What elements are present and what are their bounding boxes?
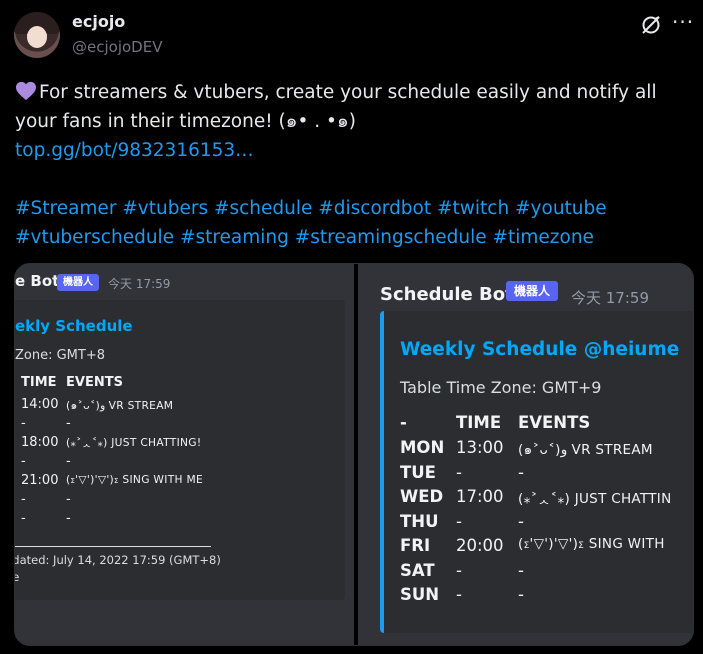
purple-heart-icon [16, 81, 36, 101]
cell-event: (๑˃ᴗ˂)ﻭ VR STREAM [66, 399, 174, 412]
right-embed-zone: Table Time Zone: GMT+9 [400, 378, 602, 397]
left-col-time: TIME [21, 375, 57, 390]
cell-event: - [66, 511, 71, 526]
cell-event: (σ'▽')'▽')σ SING WITH [518, 536, 665, 552]
avatar[interactable] [14, 12, 60, 58]
discord-panel-right: Schedule Bot 機器人 今天 17:59 Weekly Schedul… [358, 264, 693, 645]
cell-time: - [456, 585, 462, 604]
media-image[interactable]: e Bot 機器人 今天 17:59 ekly Schedule Zone: G… [14, 263, 694, 646]
right-col-day: - [400, 413, 407, 432]
cell-time: - [21, 454, 26, 469]
author-handle[interactable]: @ecjojoDEV [72, 38, 162, 56]
right-embed-title: Weekly Schedule @heiume [400, 339, 680, 360]
cell-day: SAT [400, 561, 435, 580]
cell-event: - [66, 454, 71, 469]
cell-event: (σ'▽')'▽')σ SING WITH ME [66, 473, 204, 486]
cell-event: (⁎˃ᆺ˂⁎) JUST CHATTIN [518, 491, 672, 507]
cell-time: 14:00 [21, 397, 59, 412]
cell-day: WED [400, 487, 444, 506]
cell-time: 17:00 [456, 487, 504, 506]
cell-time: - [21, 416, 26, 431]
hashtags-line-1[interactable]: #Streamer #vtubers #schedule #discordbot… [15, 194, 675, 223]
cell-day: THU [400, 512, 439, 531]
cell-day: FRI [400, 536, 431, 555]
cell-event: - [518, 561, 524, 580]
cell-event: - [518, 512, 524, 531]
left-col-events: EVENTS [66, 375, 123, 390]
tweet-spacer [15, 165, 675, 194]
cell-time: - [21, 511, 26, 526]
left-bot-name: e Bot [15, 272, 60, 290]
right-embed: Weekly Schedule @heiume Table Time Zone:… [380, 311, 693, 633]
left-footer-divider [15, 546, 211, 547]
left-footer-updated: pdated: July 14, 2022 17:59 (GMT+8) [15, 553, 221, 567]
right-bot-name: Schedule Bot [380, 284, 514, 305]
tweet-line-1: For streamers & vtubers, create your sch… [15, 78, 675, 107]
cell-time: - [456, 512, 462, 531]
tweet-line-2: your fans in their timezone! (๑• . •๑) [15, 111, 356, 132]
cell-time: - [21, 492, 26, 507]
cell-time: - [456, 561, 462, 580]
cell-event: - [518, 463, 524, 482]
cell-day: SUN [400, 585, 440, 604]
cell-time: - [456, 463, 462, 482]
tweet-line-1-text: For streamers & vtubers, create your sch… [39, 82, 657, 103]
more-icon[interactable]: ··· [672, 10, 694, 34]
right-bot-badge: 機器人 [506, 281, 558, 301]
cell-time: 20:00 [456, 536, 504, 555]
cell-event: - [66, 416, 71, 431]
cell-day: MON [400, 438, 445, 457]
right-col-events: EVENTS [518, 413, 591, 432]
cell-event: - [518, 585, 524, 604]
cell-event: (๑˃ᴗ˂)ﻭ VR STREAM [518, 442, 653, 458]
cell-day: TUE [400, 463, 436, 482]
left-footer-line2: ne [15, 570, 19, 584]
right-col-time: TIME [456, 413, 502, 432]
left-embed-title: ekly Schedule [15, 317, 133, 335]
cell-time: 13:00 [456, 438, 504, 457]
right-timestamp: 今天 17:59 [571, 289, 649, 307]
tweet-link[interactable]: top.gg/bot/9832316153… [15, 136, 675, 165]
cell-time: 18:00 [21, 435, 59, 450]
left-bot-badge: 機器人 [57, 274, 99, 291]
left-embed: ekly Schedule Zone: GMT+8 TIME EVENTS 14… [15, 300, 345, 600]
cell-time: 21:00 [21, 473, 59, 488]
cell-event: - [66, 492, 71, 507]
cell-event: (⁎˃ᆺ˂⁎) JUST CHATTING! [66, 436, 202, 449]
tweet-text: For streamers & vtubers, create your sch… [15, 78, 675, 252]
grok-icon[interactable] [640, 14, 662, 36]
author-name[interactable]: ecjojo [72, 12, 125, 31]
hashtags-line-2[interactable]: #vtuberschedule #streaming #streamingsch… [15, 223, 675, 252]
left-embed-zone: Zone: GMT+8 [15, 348, 106, 363]
avatar-face [27, 26, 47, 48]
left-timestamp: 今天 17:59 [108, 277, 171, 291]
discord-panel-left: e Bot 機器人 今天 17:59 ekly Schedule Zone: G… [15, 264, 354, 645]
